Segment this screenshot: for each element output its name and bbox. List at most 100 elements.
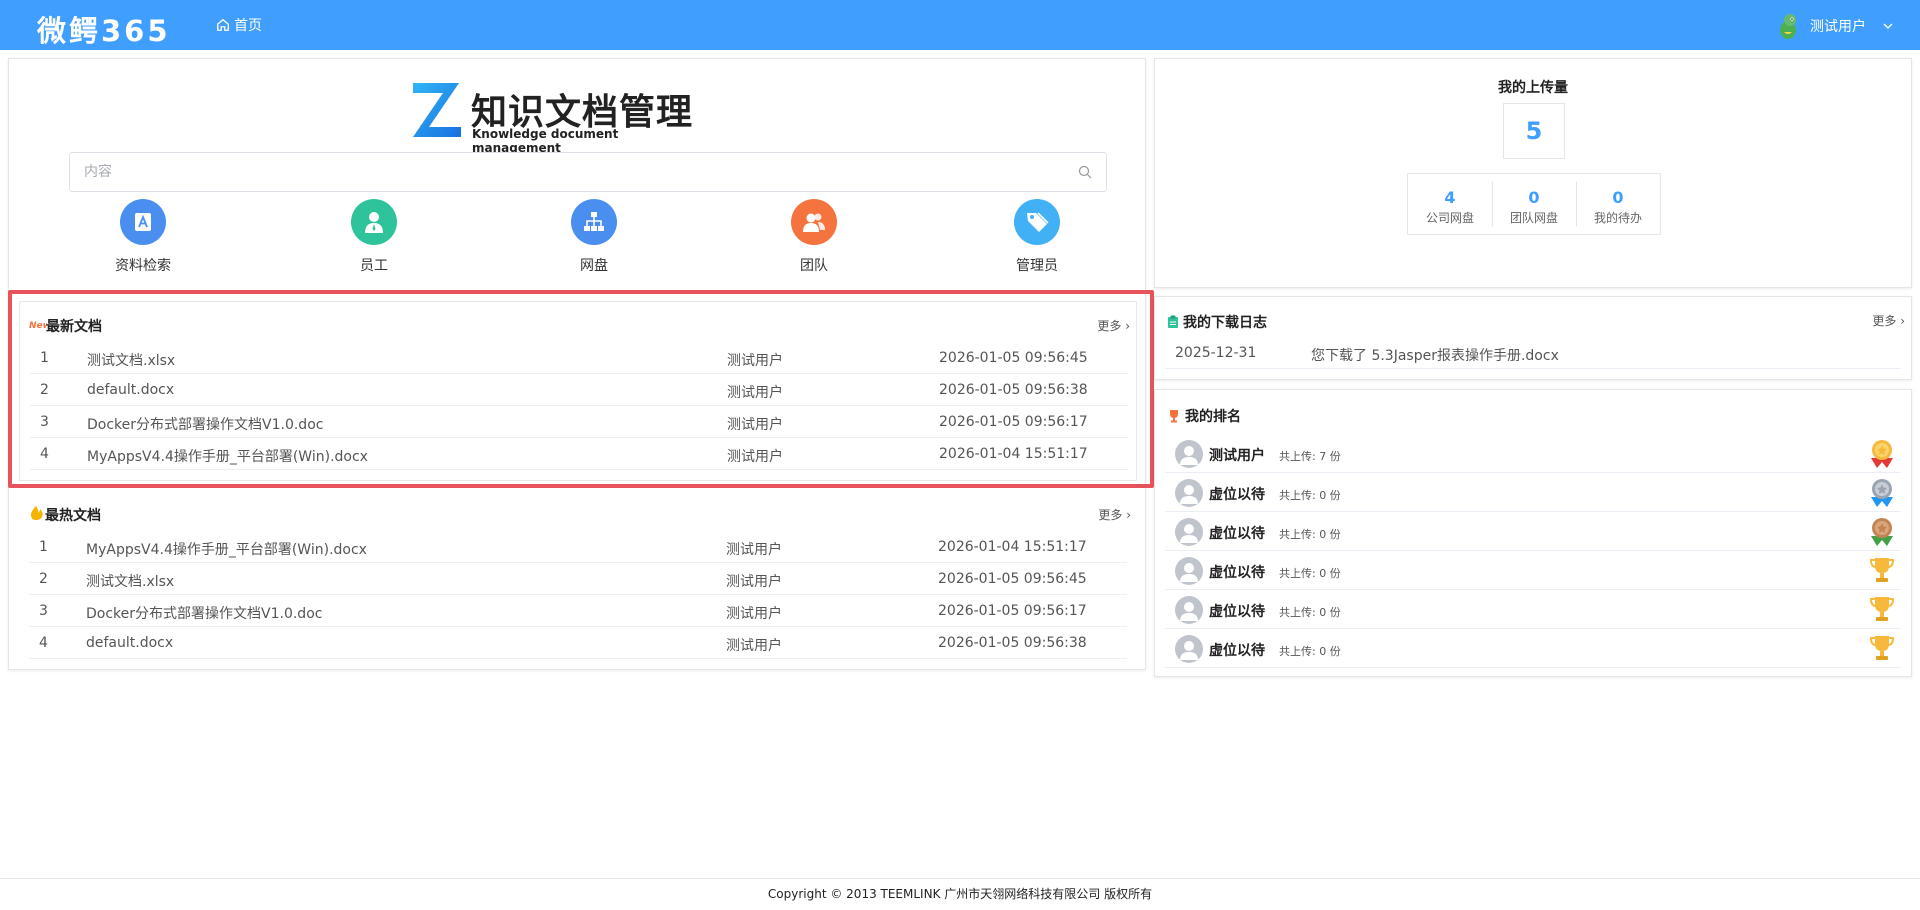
trophy-icon <box>1869 597 1895 621</box>
list-item: 虚位以待 共上传: 0 份 <box>1165 512 1901 551</box>
app-logo: 知识文档管理 Knowledge document management <box>409 79 709 155</box>
download-log-more-link[interactable]: 更多 › <box>1872 312 1905 329</box>
hot-docs-more-link[interactable]: 更多 › <box>1098 506 1131 523</box>
table-row[interactable]: 1 测试文档.xlsx 测试用户 2026-01-05 09:56:45 <box>30 342 1128 374</box>
doc-time: 2026-01-04 15:51:17 <box>938 539 1087 555</box>
doc-name-link[interactable]: Docker分布式部署操作文档V1.0.doc <box>87 414 323 434</box>
doc-name-link[interactable]: MyAppsV4.4操作手册_平台部署(Win).docx <box>87 446 368 466</box>
doc-owner: 测试用户 <box>726 574 782 590</box>
chevron-down-icon <box>1883 23 1893 29</box>
top-navbar: 微鳄365 首页 测试用户 <box>0 0 1920 50</box>
list-item: 虚位以待 共上传: 0 份 <box>1165 551 1901 590</box>
doc-owner: 测试用户 <box>727 417 783 433</box>
doc-time: 2026-01-04 15:51:17 <box>939 446 1088 462</box>
quick-action-search[interactable]: 资料检索 <box>83 199 203 275</box>
footer: Copyright © 2013 TEEMLINK 广州市天翎网络科技有限公司 … <box>0 878 1920 910</box>
avatar <box>1175 635 1203 663</box>
avatar <box>1175 440 1203 468</box>
quick-action-label: 资料检索 <box>115 258 171 274</box>
rank-user-name: 虚位以待 <box>1209 643 1265 659</box>
upload-title: 我的上传量 <box>1498 80 1568 96</box>
search-icon[interactable] <box>1078 165 1092 179</box>
home-icon <box>217 18 229 31</box>
search-input[interactable] <box>70 153 1106 191</box>
upload-stats-group: 4 公司网盘 0 团队网盘 0 我的待办 <box>1407 173 1661 235</box>
doc-owner: 测试用户 <box>726 606 782 622</box>
gold-medal-icon <box>1871 440 1893 468</box>
stat-label: 公司网盘 <box>1425 211 1474 225</box>
user-menu[interactable]: 测试用户 <box>1774 12 1894 40</box>
table-row[interactable]: 4 default.docx 测试用户 2026-01-05 09:56:38 <box>29 627 1127 659</box>
trophy-icon <box>1869 558 1895 582</box>
doc-name-link[interactable]: default.docx <box>87 382 174 398</box>
doc-owner: 测试用户 <box>727 449 783 465</box>
quick-action-admin[interactable]: 管理员 <box>977 199 1097 275</box>
row-index: 3 <box>40 414 49 430</box>
trophy-icon <box>1869 636 1895 660</box>
avatar <box>1175 557 1203 585</box>
rank-upload-count: 共上传: 0 份 <box>1279 645 1341 658</box>
more-label: 更多 <box>1097 319 1122 333</box>
stat-label: 我的待办 <box>1593 211 1642 225</box>
admin-tag-icon <box>1014 199 1060 245</box>
quick-action-label: 团队 <box>800 258 828 274</box>
download-date: 2025-12-31 <box>1175 345 1257 361</box>
download-log-panel: 我的下载日志 更多 › 2025-12-31 您下载了 5.3Jasper报表操… <box>1154 296 1912 380</box>
avatar <box>1175 479 1203 507</box>
rank-user-name: 虚位以待 <box>1209 565 1265 581</box>
row-index: 1 <box>39 539 48 555</box>
table-row[interactable]: 2 测试文档.xlsx 测试用户 2026-01-05 09:56:45 <box>29 563 1127 595</box>
stat-value: 0 <box>1528 188 1540 207</box>
row-index: 2 <box>40 382 49 398</box>
doc-name-link[interactable]: Docker分布式部署操作文档V1.0.doc <box>86 603 322 623</box>
rank-upload-count: 共上传: 0 份 <box>1279 567 1341 580</box>
doc-owner: 测试用户 <box>727 385 783 401</box>
silver-medal-icon <box>1871 479 1893 507</box>
doc-name-link[interactable]: default.docx <box>86 635 173 651</box>
stat-team-disk[interactable]: 0 团队网盘 <box>1492 174 1576 234</box>
employee-icon <box>351 199 397 245</box>
doc-time: 2026-01-05 09:56:17 <box>938 603 1087 619</box>
ranking-list: 测试用户 共上传: 7 份 虚位以待 共上传: 0 份 虚位以待 共上传: 0 … <box>1165 434 1901 668</box>
rank-upload-count: 共上传: 7 份 <box>1279 450 1341 463</box>
quick-action-team[interactable]: 团队 <box>754 199 874 275</box>
latest-docs-title: 最新文档 <box>46 319 102 335</box>
row-index: 3 <box>39 603 48 619</box>
list-item: 测试用户 共上传: 7 份 <box>1165 434 1901 473</box>
rank-user-name: 虚位以待 <box>1209 604 1265 620</box>
brand-logo[interactable]: 微鳄365 <box>37 8 171 50</box>
list-item[interactable]: 2025-12-31 您下载了 5.3Jasper报表操作手册.docx <box>1165 337 1901 369</box>
fire-icon <box>31 506 43 520</box>
quick-action-disk[interactable]: 网盘 <box>534 199 654 275</box>
stat-todo[interactable]: 0 我的待办 <box>1576 174 1660 234</box>
logo-subtitle: Knowledge document management <box>472 127 619 155</box>
latest-docs-more-link[interactable]: 更多 › <box>1097 317 1130 334</box>
svg-text:New: New <box>29 321 47 331</box>
trophy-title-icon <box>1170 410 1178 423</box>
nav-home-link[interactable]: 首页 <box>216 15 262 35</box>
table-row[interactable]: 3 Docker分布式部署操作文档V1.0.doc 测试用户 2026-01-0… <box>30 406 1128 438</box>
stat-company-disk[interactable]: 4 公司网盘 <box>1408 174 1492 234</box>
rank-user-name: 测试用户 <box>1209 448 1265 464</box>
table-row[interactable]: 1 MyAppsV4.4操作手册_平台部署(Win).docx 测试用户 202… <box>29 531 1127 563</box>
doc-name-link[interactable]: 测试文档.xlsx <box>86 571 174 591</box>
table-row[interactable]: 2 default.docx 测试用户 2026-01-05 09:56:38 <box>30 374 1128 406</box>
more-label: 更多 <box>1098 508 1123 522</box>
row-index: 1 <box>40 350 49 366</box>
clipboard-icon <box>1168 315 1178 328</box>
rank-user-name: 虚位以待 <box>1209 526 1265 542</box>
table-row[interactable]: 4 MyAppsV4.4操作手册_平台部署(Win).docx 测试用户 202… <box>30 438 1128 470</box>
doc-name-link[interactable]: MyAppsV4.4操作手册_平台部署(Win).docx <box>86 539 367 559</box>
doc-time: 2026-01-05 09:56:45 <box>938 571 1087 587</box>
z-logo-icon <box>413 83 461 137</box>
search-doc-icon <box>120 199 166 245</box>
latest-docs-table: 1 测试文档.xlsx 测试用户 2026-01-05 09:56:45 2 d… <box>30 342 1128 470</box>
quick-action-employee[interactable]: 员工 <box>314 199 434 275</box>
doc-time: 2026-01-05 09:56:38 <box>939 382 1088 398</box>
doc-owner: 测试用户 <box>726 638 782 654</box>
avatar <box>1175 518 1203 546</box>
list-item: 虚位以待 共上传: 0 份 <box>1165 590 1901 629</box>
avatar <box>1175 596 1203 624</box>
table-row[interactable]: 3 Docker分布式部署操作文档V1.0.doc 测试用户 2026-01-0… <box>29 595 1127 627</box>
doc-name-link[interactable]: 测试文档.xlsx <box>87 350 175 370</box>
